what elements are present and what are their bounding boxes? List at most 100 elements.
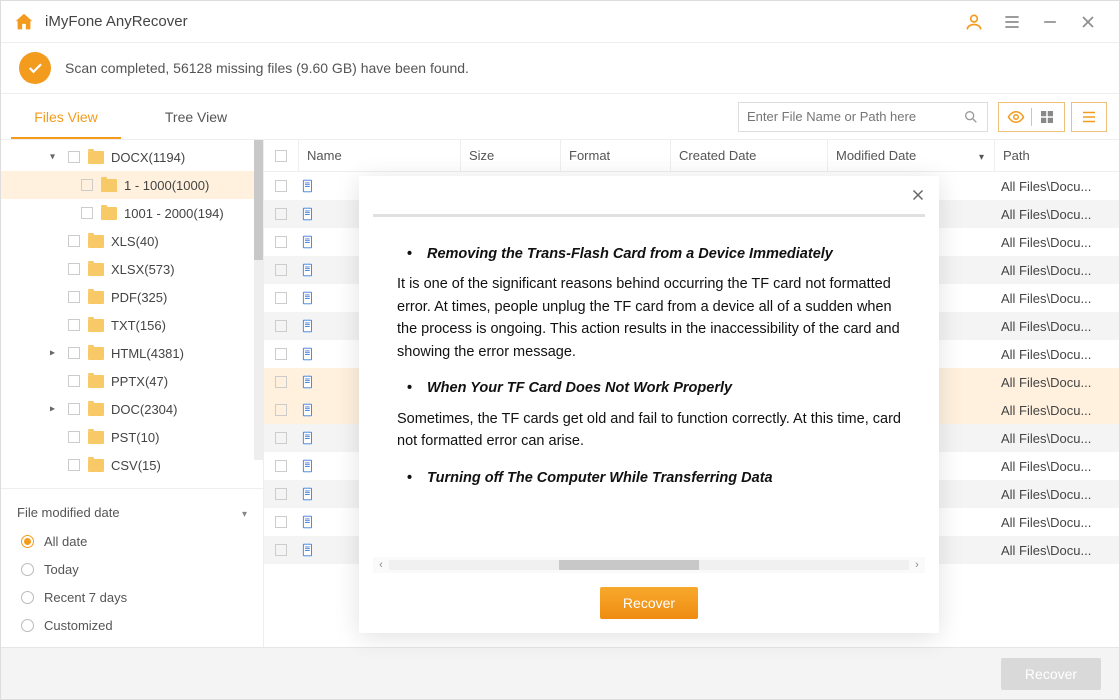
folder-icon <box>88 431 104 444</box>
filter-option[interactable]: All date <box>17 527 247 555</box>
scroll-thumb[interactable] <box>559 560 699 570</box>
eye-icon <box>1007 108 1025 126</box>
view-tabs: Files View Tree View <box>1 94 261 139</box>
tree-item[interactable]: TXT(156) <box>1 311 263 339</box>
toolbar: Files View Tree View <box>1 94 1119 140</box>
row-checkbox[interactable] <box>264 488 298 500</box>
doc-icon <box>298 430 318 446</box>
cell-path: All Files\Docu... <box>1001 319 1119 334</box>
row-checkbox[interactable] <box>264 292 298 304</box>
tree-label: PDF(325) <box>111 290 167 305</box>
doc-icon <box>298 206 318 222</box>
search-box[interactable] <box>738 102 988 132</box>
filter-option[interactable]: Customized <box>17 611 247 639</box>
checkbox[interactable] <box>68 235 80 247</box>
col-path[interactable]: Path <box>994 140 1119 171</box>
radio-icon <box>21 619 34 632</box>
checkbox[interactable] <box>68 151 80 163</box>
cell-path: All Files\Docu... <box>1001 235 1119 250</box>
hamburger-icon[interactable] <box>1002 12 1022 32</box>
expand-icon[interactable]: ▸ <box>50 404 55 415</box>
home-icon[interactable] <box>13 11 35 33</box>
preview-grid-toggle[interactable] <box>998 102 1065 132</box>
tree-item[interactable]: CSV(15) <box>1 451 263 479</box>
close-icon[interactable] <box>909 186 927 204</box>
scroll-track[interactable] <box>389 560 909 570</box>
modal-recover-button[interactable]: Recover <box>600 587 698 619</box>
row-checkbox[interactable] <box>264 460 298 472</box>
filter-header[interactable]: File modified date <box>17 497 247 527</box>
recover-button[interactable]: Recover <box>1001 658 1101 690</box>
tree-item[interactable]: PST(10) <box>1 423 263 451</box>
checkbox[interactable] <box>81 179 93 191</box>
row-checkbox[interactable] <box>264 264 298 276</box>
tree-label: 1 - 1000(1000) <box>124 178 209 193</box>
tab-files-view[interactable]: Files View <box>1 94 131 139</box>
cell-path: All Files\Docu... <box>1001 543 1119 558</box>
col-modified[interactable]: Modified Date <box>827 140 994 171</box>
tree-item[interactable]: XLS(40) <box>1 227 263 255</box>
search-input[interactable] <box>747 109 963 124</box>
tree-item[interactable]: ▾DOCX(1194) <box>1 143 263 171</box>
row-checkbox[interactable] <box>264 208 298 220</box>
tree-item[interactable]: PPTX(47) <box>1 367 263 395</box>
minimize-icon[interactable] <box>1040 12 1060 32</box>
row-checkbox[interactable] <box>264 180 298 192</box>
tab-tree-view[interactable]: Tree View <box>131 94 261 139</box>
filter-option[interactable]: Recent 7 days <box>17 583 247 611</box>
row-checkbox[interactable] <box>264 516 298 528</box>
checkbox[interactable] <box>68 263 80 275</box>
row-checkbox[interactable] <box>264 544 298 556</box>
col-size[interactable]: Size <box>460 140 560 171</box>
header-checkbox[interactable] <box>264 150 298 162</box>
checkbox[interactable] <box>68 403 80 415</box>
checkbox[interactable] <box>68 459 80 471</box>
user-icon[interactable] <box>964 12 984 32</box>
row-checkbox[interactable] <box>264 320 298 332</box>
doc-icon <box>298 346 318 362</box>
col-name[interactable]: Name <box>298 140 460 171</box>
row-checkbox[interactable] <box>264 236 298 248</box>
checkbox[interactable] <box>68 319 80 331</box>
tree-item[interactable]: ▸HTML(4381) <box>1 339 263 367</box>
search-icon[interactable] <box>963 109 979 125</box>
tree-label: TXT(156) <box>111 318 166 333</box>
preview-modal: Removing the Trans-Flash Card from a Dev… <box>359 176 939 633</box>
row-checkbox[interactable] <box>264 376 298 388</box>
app-window: iMyFone AnyRecover Scan completed, 56128… <box>0 0 1120 700</box>
list-view-button[interactable] <box>1071 102 1107 132</box>
expand-icon[interactable]: ▾ <box>50 152 55 163</box>
checkbox[interactable] <box>68 291 80 303</box>
scroll-right-icon[interactable]: › <box>909 559 925 571</box>
col-format[interactable]: Format <box>560 140 670 171</box>
checkmark-icon <box>19 52 51 84</box>
tree-item[interactable]: ▸DOC(2304) <box>1 395 263 423</box>
chevron-down-icon <box>979 148 984 163</box>
folder-icon <box>88 263 104 276</box>
scroll-thumb[interactable] <box>254 140 263 260</box>
row-checkbox[interactable] <box>264 404 298 416</box>
row-checkbox[interactable] <box>264 348 298 360</box>
checkbox[interactable] <box>68 375 80 387</box>
checkbox[interactable] <box>81 207 93 219</box>
col-created[interactable]: Created Date <box>670 140 827 171</box>
preview-paragraph: Sometimes, the TF cards get old and fail… <box>397 408 901 453</box>
checkbox[interactable] <box>68 347 80 359</box>
expand-icon[interactable]: ▸ <box>50 348 55 359</box>
tree-label: XLS(40) <box>111 234 159 249</box>
tree-item[interactable]: XLSX(573) <box>1 255 263 283</box>
tree-item[interactable]: PDF(325) <box>1 283 263 311</box>
close-icon[interactable] <box>1078 12 1098 32</box>
row-checkbox[interactable] <box>264 432 298 444</box>
cell-path: All Files\Docu... <box>1001 263 1119 278</box>
radio-icon <box>21 563 34 576</box>
tree-item[interactable]: 1 - 1000(1000) <box>1 171 263 199</box>
checkbox[interactable] <box>68 431 80 443</box>
tree-item[interactable]: 1001 - 2000(194) <box>1 199 263 227</box>
filter-option[interactable]: Today <box>17 555 247 583</box>
horizontal-scrollbar[interactable]: ‹ › <box>373 557 925 573</box>
preview-bullet: Removing the Trans-Flash Card from a Dev… <box>397 243 901 265</box>
scroll-left-icon[interactable]: ‹ <box>373 559 389 571</box>
folder-icon <box>101 207 117 220</box>
cell-path: All Files\Docu... <box>1001 459 1119 474</box>
